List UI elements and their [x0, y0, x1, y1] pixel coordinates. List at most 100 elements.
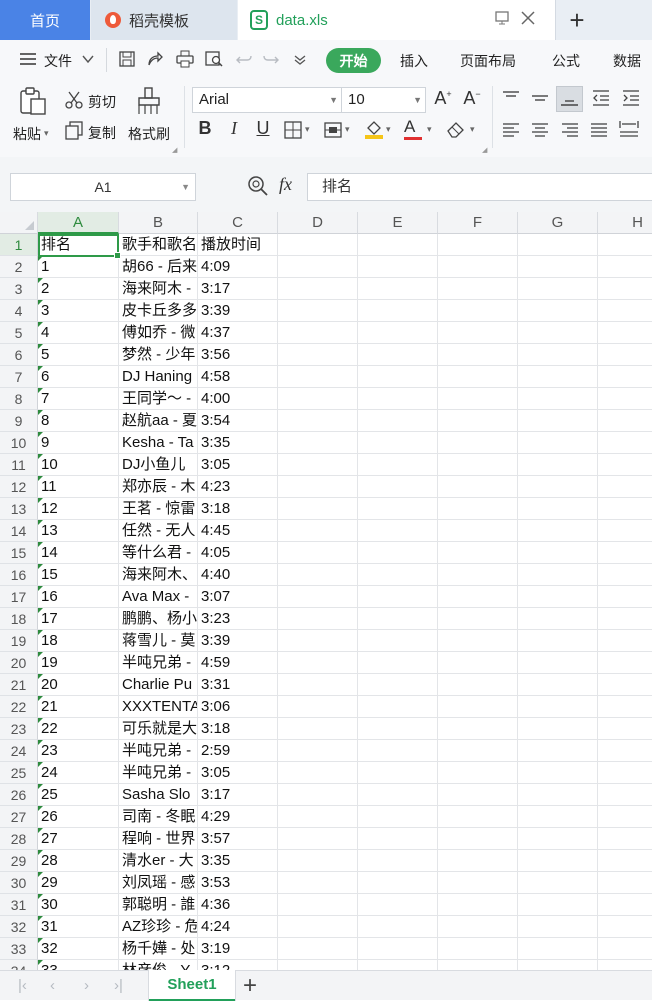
cell-a[interactable]: 28	[38, 850, 119, 872]
cell-a[interactable]: 9	[38, 432, 119, 454]
cell-b[interactable]: 傅如乔 - 微	[119, 322, 198, 344]
cell-a[interactable]: 3	[38, 300, 119, 322]
chevron-down-icon[interactable]: ▾	[427, 124, 432, 135]
font-expand-icon[interactable]: ◢	[482, 146, 487, 154]
cell-h[interactable]	[598, 718, 652, 740]
row-header[interactable]: 27	[0, 806, 38, 828]
font-family-select[interactable]: Arial ▼	[192, 87, 342, 113]
cell-a[interactable]: 32	[38, 938, 119, 960]
cell-e[interactable]	[358, 256, 438, 278]
cell-g[interactable]	[518, 476, 598, 498]
cell-h[interactable]	[598, 608, 652, 630]
cell-g[interactable]	[518, 696, 598, 718]
cell-h[interactable]	[598, 586, 652, 608]
cell-c[interactable]: 4:45	[198, 520, 278, 542]
cell-b[interactable]: XXXTENTA	[119, 696, 198, 718]
cell-f[interactable]	[438, 542, 518, 564]
cell-h[interactable]	[598, 872, 652, 894]
cell-g[interactable]	[518, 542, 598, 564]
cell-f[interactable]	[438, 256, 518, 278]
cell-d[interactable]	[278, 850, 358, 872]
tab-insert[interactable]: 插入	[400, 51, 428, 71]
row-header[interactable]: 10	[0, 432, 38, 454]
font-size-select[interactable]: 10 ▼	[341, 87, 426, 113]
cell-d[interactable]	[278, 234, 358, 256]
scissors-icon[interactable]	[64, 90, 84, 113]
cell-a[interactable]: 19	[38, 652, 119, 674]
cell-g[interactable]	[518, 850, 598, 872]
align-bottom-icon[interactable]	[556, 86, 583, 112]
cell-h[interactable]	[598, 278, 652, 300]
formula-input[interactable]: 排名	[307, 173, 652, 201]
cell-f[interactable]	[438, 300, 518, 322]
cell-f[interactable]	[438, 586, 518, 608]
tab-formula[interactable]: 公式	[552, 51, 580, 71]
cell-g[interactable]	[518, 806, 598, 828]
cell-c[interactable]: 4:09	[198, 256, 278, 278]
align-middle-icon[interactable]	[531, 90, 549, 109]
cell-b[interactable]: Sasha Slo	[119, 784, 198, 806]
cell-e[interactable]	[358, 432, 438, 454]
cell-c[interactable]: 3:18	[198, 498, 278, 520]
cell-a[interactable]: 29	[38, 872, 119, 894]
cell-d[interactable]	[278, 498, 358, 520]
cell-e[interactable]	[358, 344, 438, 366]
tab-page-layout[interactable]: 页面布局	[460, 51, 516, 71]
cell-f[interactable]	[438, 894, 518, 916]
cell-e[interactable]	[358, 300, 438, 322]
cell-e[interactable]	[358, 674, 438, 696]
undo-icon[interactable]	[235, 50, 253, 68]
cut-label[interactable]: 剪切	[88, 92, 116, 112]
cell-f[interactable]	[438, 234, 518, 256]
cell-h[interactable]	[598, 652, 652, 674]
cell-d[interactable]	[278, 256, 358, 278]
cell-e[interactable]	[358, 630, 438, 652]
cell-b[interactable]: 梦然 - 少年	[119, 344, 198, 366]
cell-e[interactable]	[358, 608, 438, 630]
cell-f[interactable]	[438, 806, 518, 828]
cell-h[interactable]	[598, 520, 652, 542]
cell-h[interactable]	[598, 256, 652, 278]
cell-c[interactable]: 3:07	[198, 586, 278, 608]
cell-g[interactable]	[518, 344, 598, 366]
cell-b[interactable]: 林彦俊 - Y	[119, 960, 198, 970]
cell-g[interactable]	[518, 960, 598, 970]
cell-c[interactable]: 4:40	[198, 564, 278, 586]
copy-icon[interactable]	[64, 120, 84, 143]
cell-c[interactable]: 4:58	[198, 366, 278, 388]
row-header[interactable]: 18	[0, 608, 38, 630]
cell-b[interactable]: 鹏鹏、杨小	[119, 608, 198, 630]
cell-f[interactable]	[438, 652, 518, 674]
paste-dropdown-icon[interactable]: ▾	[44, 128, 49, 139]
cell-f[interactable]	[438, 432, 518, 454]
eraser-icon[interactable]	[446, 120, 466, 141]
cell-c[interactable]: 3:31	[198, 674, 278, 696]
cell-b[interactable]: Charlie Pu	[119, 674, 198, 696]
cell-e[interactable]	[358, 564, 438, 586]
cell-h[interactable]	[598, 828, 652, 850]
cell-h[interactable]	[598, 762, 652, 784]
cell-f[interactable]	[438, 498, 518, 520]
cell-d[interactable]	[278, 762, 358, 784]
cell-f[interactable]	[438, 366, 518, 388]
cell-g[interactable]	[518, 938, 598, 960]
cell-d[interactable]	[278, 366, 358, 388]
cell-a[interactable]: 30	[38, 894, 119, 916]
cell-b[interactable]: 赵航aa - 夏	[119, 410, 198, 432]
cell-b[interactable]: 海来阿木、	[119, 564, 198, 586]
row-header[interactable]: 1	[0, 234, 38, 256]
cell-b[interactable]: 皮卡丘多多	[119, 300, 198, 322]
cell-g[interactable]	[518, 278, 598, 300]
cell-f[interactable]	[438, 388, 518, 410]
cell-e[interactable]	[358, 806, 438, 828]
cell-d[interactable]	[278, 586, 358, 608]
cell-e[interactable]	[358, 388, 438, 410]
cell-f[interactable]	[438, 278, 518, 300]
row-header[interactable]: 4	[0, 300, 38, 322]
cell-g[interactable]	[518, 586, 598, 608]
cell-a[interactable]: 22	[38, 718, 119, 740]
cell-f[interactable]	[438, 762, 518, 784]
cell-f[interactable]	[438, 850, 518, 872]
paste-label[interactable]: 粘贴	[13, 124, 41, 144]
cell-c[interactable]: 3:19	[198, 938, 278, 960]
